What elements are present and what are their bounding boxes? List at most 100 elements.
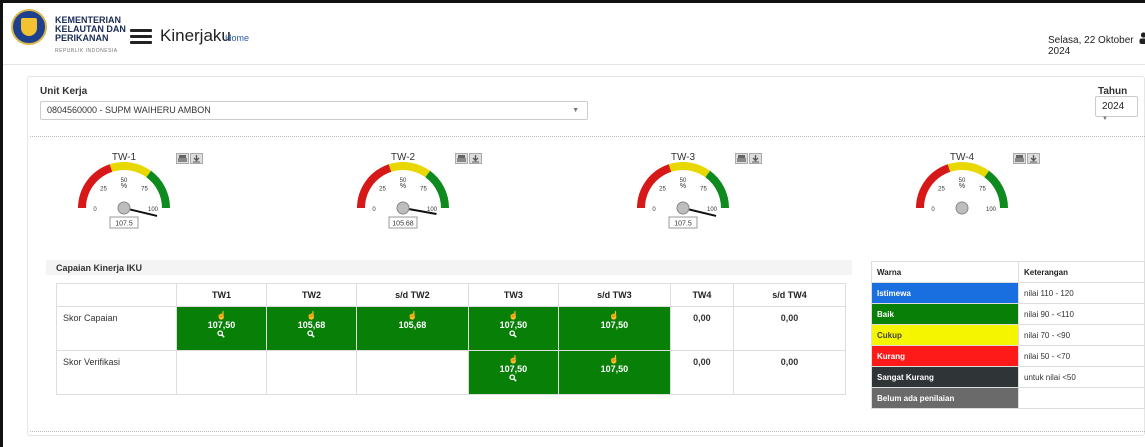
legend-row: Sangat Kurang untuk nilai <50: [871, 366, 1145, 388]
legend-color-label: Sangat Kurang: [871, 366, 1019, 388]
gauge-value-label: 105.68: [392, 221, 414, 228]
top-navbar: KEMENTERIAN KELAUTAN DAN PERIKANAN REPUB…: [3, 3, 1145, 65]
chevron-down-icon: ▼: [572, 107, 579, 114]
score-cell-green[interactable]: ☝ 107,50: [467, 306, 559, 351]
score-value: 107,50: [600, 364, 629, 374]
gauge-tick-label: 0: [93, 207, 97, 213]
thumbs-up-icon: ☝: [609, 355, 620, 364]
gauge-tick-label: 100: [148, 207, 159, 213]
gauge-unit: %: [400, 183, 406, 190]
score-cell: [176, 350, 267, 395]
legend-description: nilai 110 - 120: [1018, 282, 1145, 304]
gauge-tw3: TW-3 0 25 50 75 100% 107.5: [621, 150, 751, 240]
gauge-band: [668, 162, 711, 178]
print-icon[interactable]: [455, 153, 468, 164]
search-icon[interactable]: [267, 330, 356, 339]
gauge-tick-label: 100: [986, 207, 997, 213]
gauge-band: [947, 162, 990, 178]
legend-row: Belum ada penilaian: [871, 387, 1145, 409]
column-header: TW3: [467, 283, 559, 307]
gauge-band: [637, 164, 672, 208]
home-link[interactable]: Home: [225, 33, 249, 43]
column-header: s/d TW3: [557, 283, 671, 307]
score-value: 107,50: [207, 320, 236, 330]
divider: [30, 136, 1145, 137]
thumbs-up-icon: ☝: [407, 311, 418, 320]
legend-description: untuk nilai <50: [1018, 366, 1145, 388]
gauge-tick-label: 75: [420, 186, 427, 192]
gauge-tw1: TW-1 0 25 50 75 100% 107.5: [62, 150, 192, 240]
score-cell-green[interactable]: ☝ 105,68: [355, 306, 469, 351]
gauge-tw2: TW-2 0 25 50 75 100% 105.68: [341, 150, 471, 240]
download-icon[interactable]: [1027, 153, 1040, 164]
gauge-band: [705, 170, 729, 208]
gauge-tick-label: 0: [372, 207, 376, 213]
app-title: Kinerjaku: [160, 26, 231, 45]
legend-header-desc: Keterangan: [1018, 261, 1145, 283]
score-cell-green[interactable]: ☝ 107,50: [557, 350, 671, 395]
score-table: TW1 TW2 s/d TW2 TW3 s/d TW3 TW4 s/d TW4 Skor C…: [56, 283, 847, 395]
score-cell: 0,00: [669, 306, 734, 351]
download-icon[interactable]: [749, 153, 762, 164]
print-icon[interactable]: [1013, 153, 1026, 164]
score-cell: 0,00: [732, 350, 847, 395]
download-icon[interactable]: [190, 153, 203, 164]
legend-header-color: Warna: [871, 261, 1019, 283]
legend-color-label: Istimewa: [871, 282, 1019, 304]
print-icon[interactable]: [735, 153, 748, 164]
print-icon[interactable]: [176, 153, 189, 164]
legend-row: Kurang nilai 50 - <70: [871, 345, 1145, 367]
gauge-tick-label: 100: [707, 207, 718, 213]
gauge-band: [388, 162, 431, 178]
search-icon[interactable]: [469, 374, 558, 383]
search-icon[interactable]: [177, 330, 266, 339]
gauge-band: [984, 170, 1008, 208]
table-row: Skor Verifikasi ☝ 107,50 ☝ 107,50 0,00 0,00: [56, 350, 847, 395]
current-date: Selasa, 22 Oktober 2024: [1048, 35, 1134, 57]
unit-kerja-label: Unit Kerja: [40, 86, 88, 97]
gauge-band: [146, 170, 170, 208]
legend-color-label: Cukup: [871, 324, 1019, 346]
download-icon[interactable]: [469, 153, 482, 164]
score-cell: [355, 350, 469, 395]
gauge-band: [109, 162, 152, 178]
menu-toggle-icon[interactable]: [130, 29, 152, 45]
user-icon[interactable]: [1139, 32, 1145, 44]
legend-table: Warna Keterangan Istimewa nilai 110 - 120 Ba…: [871, 261, 1145, 409]
gauge-tick-label: 25: [100, 186, 107, 192]
legend-row: Baik nilai 90 - <110: [871, 303, 1145, 325]
gauge-value-label: 107.5: [115, 221, 133, 228]
org-name: KEMENTERIAN KELAUTAN DAN PERIKANAN: [55, 16, 126, 43]
legend-color-label: Belum ada penilaian: [871, 387, 1019, 409]
tahun-select[interactable]: 2024 ▼: [1095, 96, 1138, 122]
gauge-hub: [117, 201, 131, 215]
legend-color-label: Kurang: [871, 345, 1019, 367]
org-line-3: PERIKANAN: [55, 33, 109, 43]
score-cell-green[interactable]: ☝ 105,68: [265, 306, 357, 351]
score-cell-green[interactable]: ☝ 107,50: [176, 306, 267, 351]
gauge-title: TW-1: [112, 152, 137, 163]
score-cell-green[interactable]: ☝ 107,50: [557, 306, 671, 351]
gauge-tick-label: 0: [931, 207, 935, 213]
thumbs-up-icon: ☝: [609, 311, 620, 320]
gauge-title: TW-2: [391, 152, 416, 163]
column-header: TW4: [669, 283, 734, 307]
gauge-hub: [676, 201, 690, 215]
gauge-title: TW-3: [671, 152, 696, 163]
ministry-logo: [11, 9, 47, 45]
column-header: TW1: [176, 283, 267, 307]
gauge-export-buttons: [176, 153, 206, 164]
thumbs-up-icon: ☝: [508, 355, 519, 364]
gauge-svg: TW-10255075100%107.5: [78, 152, 170, 229]
thumbs-up-icon: ☝: [306, 311, 317, 320]
gauge-band: [425, 170, 449, 208]
row-label: Skor Verifikasi: [56, 350, 177, 395]
gauge-svg: TW-30255075100%107.5: [637, 152, 729, 229]
column-header: TW2: [265, 283, 357, 307]
search-icon[interactable]: [469, 330, 558, 339]
gauge-unit: %: [959, 183, 965, 190]
score-cell-green[interactable]: ☝ 107,50: [467, 350, 559, 395]
legend-description: nilai 90 - <110: [1018, 303, 1145, 325]
thumbs-up-icon: ☝: [508, 311, 519, 320]
unit-kerja-select[interactable]: 0804560000 - SUPM WAIHERU AMBON ▼: [40, 101, 588, 120]
